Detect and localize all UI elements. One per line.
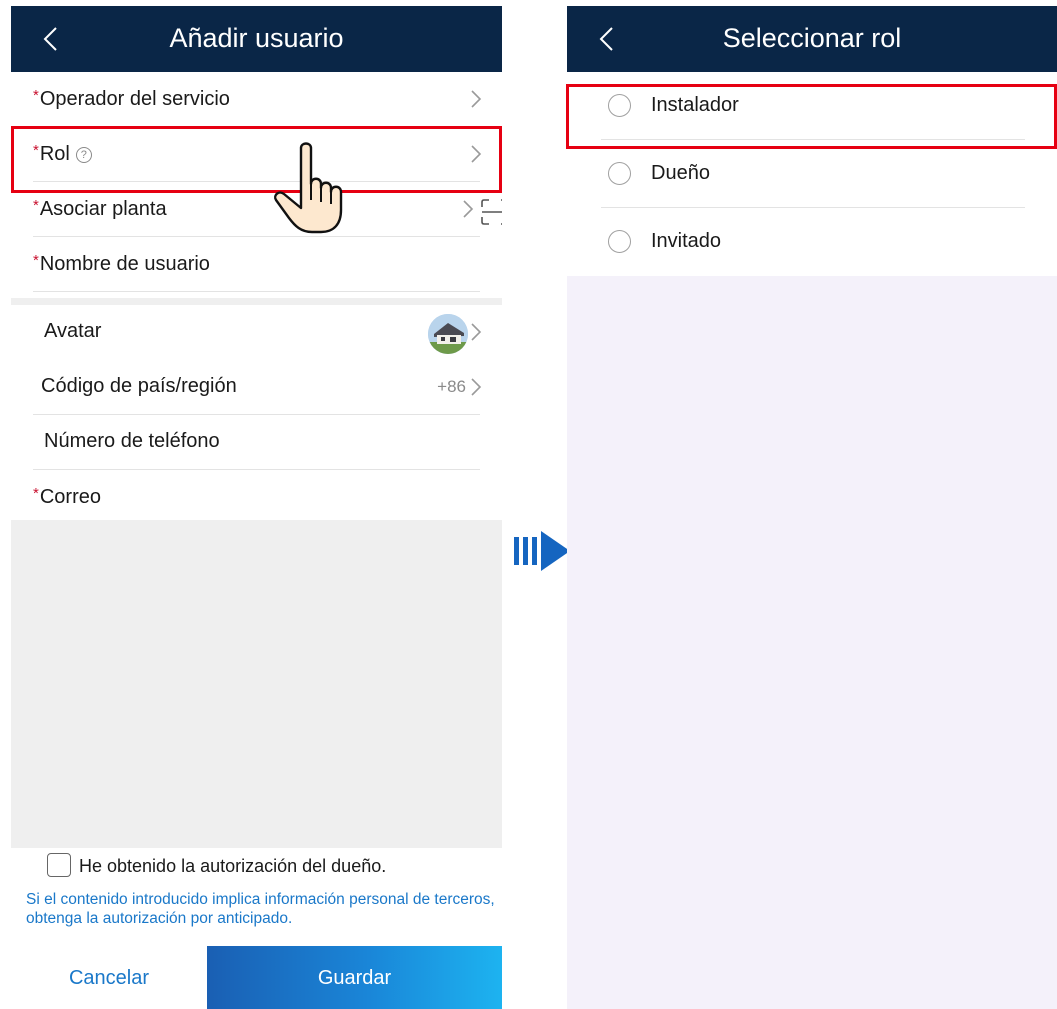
add-user-screen: Añadir usuario *Operador del servicio *R… bbox=[11, 6, 502, 1009]
authorization-section: He obtenido la autorización del dueño. S… bbox=[11, 848, 502, 946]
chevron-right-icon bbox=[471, 323, 482, 341]
privacy-note: Si el contenido introducido implica info… bbox=[26, 891, 495, 927]
role-option-installer[interactable]: Instalador bbox=[567, 72, 1057, 140]
field-label: Nombre de usuario bbox=[39, 253, 210, 275]
field-phone-number[interactable]: Número de teléfono bbox=[11, 415, 502, 470]
pointing-hand-icon bbox=[274, 142, 343, 234]
field-label: Rol bbox=[39, 143, 70, 165]
role-option-label: Dueño bbox=[651, 162, 710, 184]
required-mark: * bbox=[33, 197, 39, 214]
role-option-owner[interactable]: Dueño bbox=[567, 140, 1057, 208]
field-avatar[interactable]: Avatar bbox=[11, 305, 502, 360]
chevron-right-icon bbox=[463, 200, 474, 218]
chevron-right-icon bbox=[471, 378, 482, 396]
field-label: Asociar planta bbox=[39, 198, 167, 220]
required-mark: * bbox=[33, 485, 39, 502]
authorization-label[interactable]: He obtenido la autorización del dueño. bbox=[79, 856, 386, 877]
field-label: Código de país/región bbox=[41, 375, 237, 397]
header-bar: Seleccionar rol bbox=[567, 6, 1057, 72]
header-bar: Añadir usuario bbox=[11, 6, 502, 72]
footer-bar: Cancelar Guardar bbox=[11, 946, 502, 1009]
avatar[interactable] bbox=[428, 314, 468, 354]
optional-fields-group: Avatar Código de país/región +86 Número … bbox=[11, 305, 502, 520]
page-title: Añadir usuario bbox=[169, 23, 344, 53]
field-username[interactable]: *Nombre de usuario bbox=[11, 237, 502, 292]
field-role[interactable]: *Rol? bbox=[11, 127, 502, 182]
field-associate-plant[interactable]: *Asociar planta bbox=[11, 182, 502, 237]
select-role-screen: Seleccionar rol Instalador Dueño Invitad… bbox=[567, 6, 1057, 1009]
divider bbox=[33, 291, 480, 292]
scan-icon[interactable] bbox=[480, 198, 502, 226]
radio-icon[interactable] bbox=[608, 94, 631, 117]
help-icon[interactable]: ? bbox=[75, 147, 92, 163]
required-mark: * bbox=[33, 142, 39, 159]
radio-icon[interactable] bbox=[608, 162, 631, 185]
page-title: Seleccionar rol bbox=[722, 23, 902, 53]
role-option-guest[interactable]: Invitado bbox=[567, 208, 1057, 276]
required-fields-group: *Operador del servicio *Rol? *Asociar pl… bbox=[11, 72, 502, 298]
chevron-right-icon bbox=[471, 145, 482, 163]
country-code-value: +86 bbox=[437, 377, 466, 396]
role-options-list: Instalador Dueño Invitado bbox=[567, 72, 1057, 276]
field-country-code[interactable]: Código de país/región +86 bbox=[11, 360, 502, 415]
save-button[interactable]: Guardar bbox=[207, 946, 502, 1009]
field-service-operator[interactable]: *Operador del servicio bbox=[11, 72, 502, 127]
role-option-label: Invitado bbox=[651, 230, 722, 252]
role-option-label: Instalador bbox=[651, 94, 739, 116]
authorization-checkbox[interactable] bbox=[47, 853, 71, 877]
field-label: Avatar bbox=[44, 320, 102, 342]
field-label: Correo bbox=[39, 486, 101, 508]
radio-icon[interactable] bbox=[608, 230, 631, 253]
chevron-right-icon bbox=[471, 90, 482, 108]
flow-arrow-icon bbox=[514, 531, 570, 571]
required-mark: * bbox=[33, 252, 39, 269]
required-mark: * bbox=[33, 87, 39, 104]
cancel-button[interactable]: Cancelar bbox=[11, 946, 207, 1009]
field-label: Operador del servicio bbox=[39, 88, 230, 110]
field-email[interactable]: *Correo bbox=[11, 470, 502, 525]
field-label: Número de teléfono bbox=[44, 430, 220, 452]
